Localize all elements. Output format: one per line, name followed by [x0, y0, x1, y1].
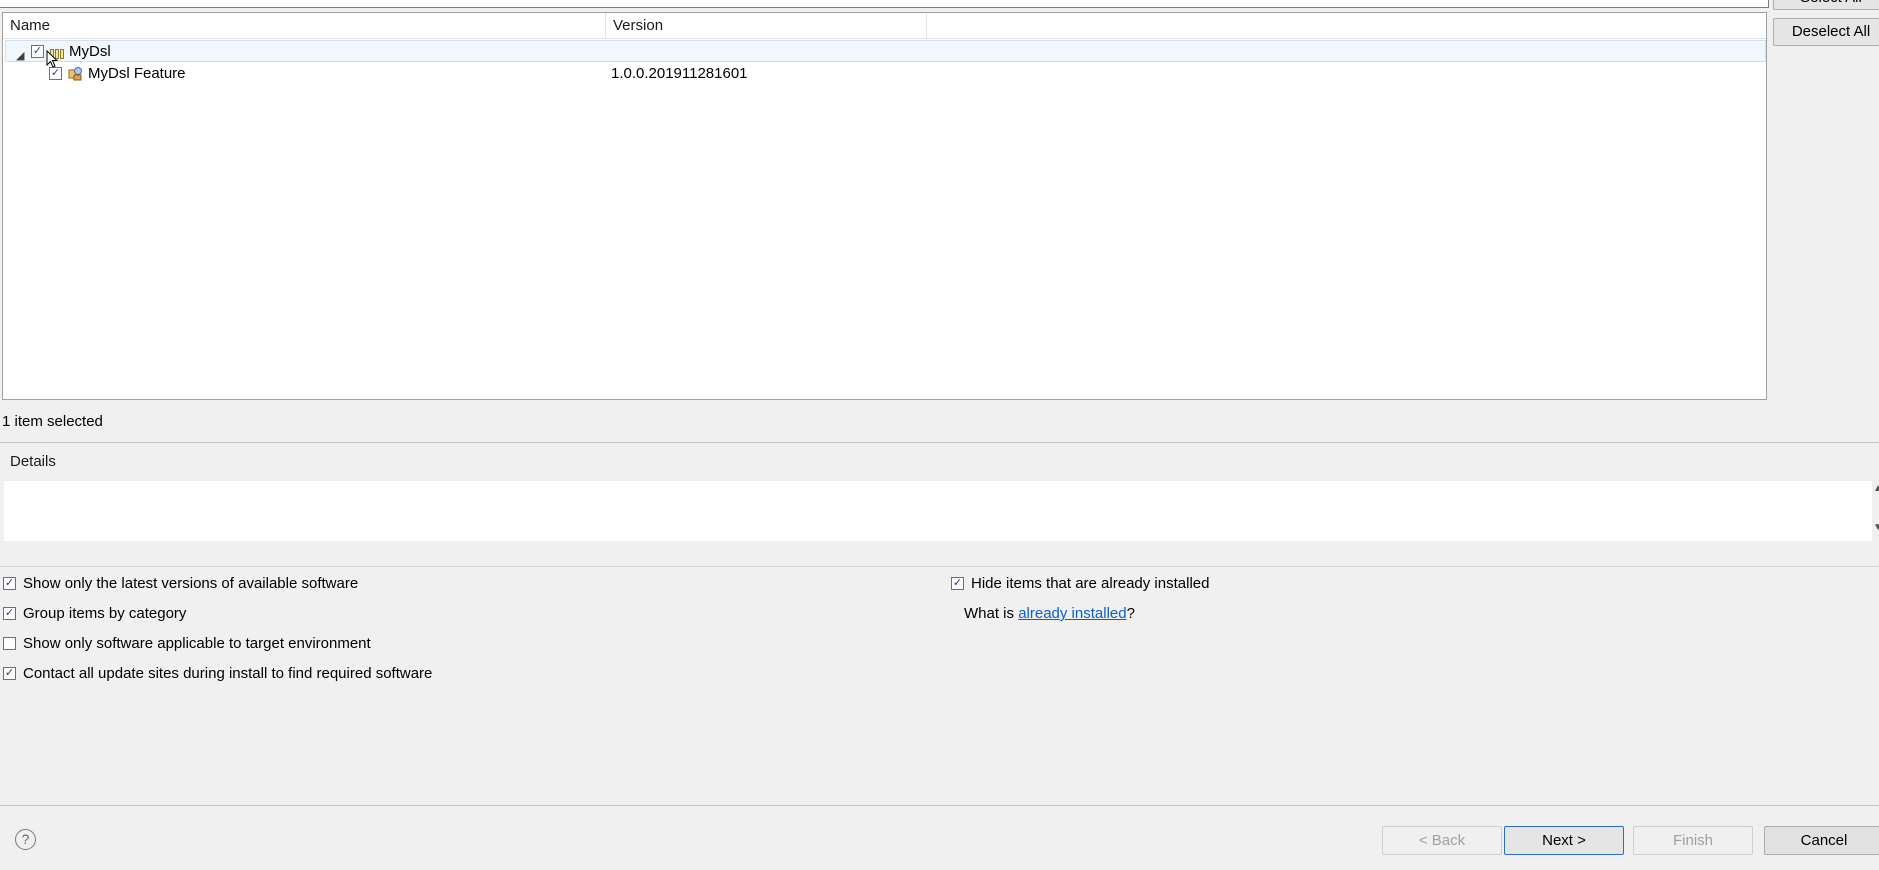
mydsl-checkbox[interactable]: ✓ — [31, 45, 44, 58]
feature-icon — [68, 66, 83, 88]
select-all-button[interactable]: Select All — [1773, 0, 1879, 10]
option-label: Show only the latest versions of availab… — [23, 575, 359, 592]
scroll-up-arrow-icon[interactable]: ▲ — [1873, 483, 1879, 494]
option-label: Hide items that are already installed — [971, 575, 1210, 592]
tree-row-mydsl-feature[interactable]: ✓ MyDsl Feature 1.0.0.201911281601 — [5, 63, 1766, 85]
cancel-button[interactable]: Cancel — [1764, 826, 1879, 855]
column-header-blank — [927, 13, 1766, 39]
software-tree-table[interactable]: Name Version ◢ ✓ MyDsl ✓ MyDsl Feature 1… — [2, 12, 1767, 400]
show-latest-checkbox[interactable]: ✓ — [3, 577, 16, 590]
back-button[interactable]: < Back — [1382, 826, 1502, 855]
option-label: Group items by category — [23, 605, 187, 622]
tree-item-label: MyDsl — [69, 43, 111, 60]
what-is-prefix: What is — [964, 605, 1019, 622]
tree-item-label: MyDsl Feature — [88, 65, 186, 82]
selection-status-text: 1 item selected — [2, 413, 103, 430]
hide-installed-checkbox[interactable]: ✓ — [951, 577, 964, 590]
column-header-version[interactable]: Version — [606, 13, 927, 39]
divider — [0, 805, 1879, 806]
option-label: Show only software applicable to target … — [23, 635, 371, 652]
what-is-suffix: ? — [1126, 605, 1135, 622]
contact-update-sites-checkbox[interactable]: ✓ — [3, 667, 16, 680]
divider — [0, 442, 1879, 443]
next-button[interactable]: Next > — [1504, 826, 1624, 855]
what-is-installed-text: What is already installed? — [964, 604, 1135, 624]
column-header-name[interactable]: Name — [3, 13, 606, 39]
already-installed-link[interactable]: already installed — [1018, 605, 1126, 622]
scroll-down-arrow-icon[interactable]: ▼ — [1873, 522, 1879, 533]
tree-item-version: 1.0.0.201911281601 — [611, 65, 748, 82]
mouse-pointer-icon — [46, 49, 59, 72]
details-label: Details — [10, 453, 56, 470]
divider — [0, 566, 1879, 567]
finish-button[interactable]: Finish — [1633, 826, 1753, 855]
deselect-all-button[interactable]: Deselect All — [1773, 18, 1879, 46]
target-environment-checkbox[interactable] — [3, 637, 16, 650]
help-icon[interactable]: ? — [15, 829, 36, 850]
tree-row-mydsl[interactable]: ◢ ✓ MyDsl — [5, 40, 1766, 62]
option-label: Contact all update sites during install … — [23, 665, 433, 682]
group-by-category-checkbox[interactable]: ✓ — [3, 607, 16, 620]
filter-input[interactable] — [0, 0, 1769, 8]
details-text-area[interactable] — [4, 481, 1872, 541]
